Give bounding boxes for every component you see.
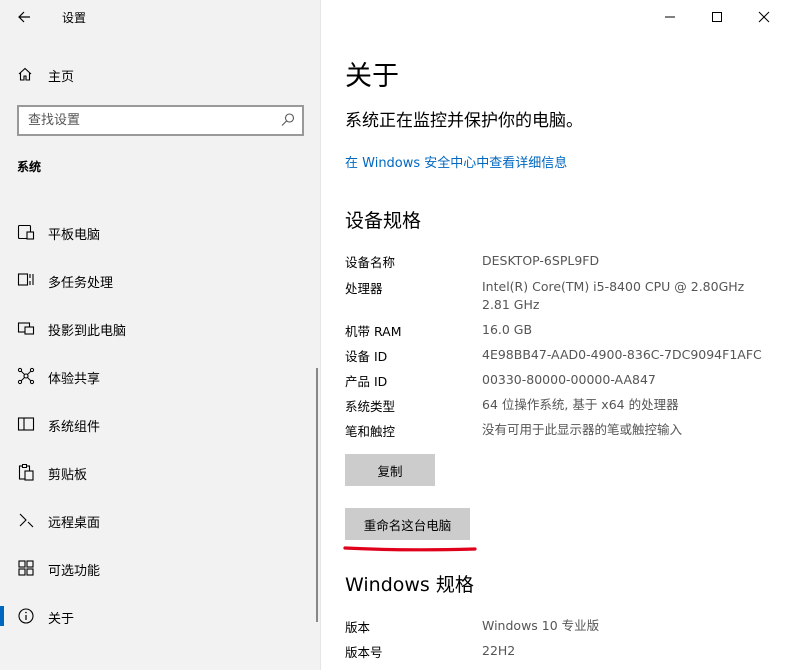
- sidebar-item-label: 可选功能: [48, 564, 101, 579]
- spec-label: 版本: [345, 620, 371, 635]
- sidebar-item-optional-features[interactable]: 可选功能: [0, 548, 321, 588]
- sidebar-item-label: 主页: [48, 70, 75, 85]
- shared-experiences-icon: [17, 367, 35, 385]
- sidebar-item-label: 系统组件: [48, 420, 101, 435]
- minimize-icon: [665, 16, 675, 18]
- info-icon: [18, 608, 34, 624]
- sidebar-item-label: 投影到此电脑: [48, 324, 127, 339]
- remote-desktop-icon: [19, 513, 34, 528]
- spec-value-line2: 2.81 GHz: [482, 297, 540, 312]
- page-title: 关于: [345, 61, 399, 92]
- spec-label: 机带 RAM: [345, 324, 402, 339]
- clipboard-icon: [18, 464, 34, 481]
- sidebar-item-home[interactable]: 主页: [0, 58, 321, 90]
- back-arrow-icon: [18, 11, 30, 23]
- title-bar: 设置: [0, 0, 321, 34]
- sidebar-item-system-components[interactable]: 系统组件: [0, 404, 321, 444]
- home-icon: [18, 67, 32, 81]
- optional-features-icon: [18, 560, 34, 576]
- system-components-icon: [17, 417, 35, 431]
- sidebar-item-shared-experiences[interactable]: 体验共享: [0, 356, 321, 396]
- multitasking-icon: [17, 273, 34, 286]
- sidebar-item-label: 多任务处理: [48, 276, 114, 291]
- sidebar-item-tablet[interactable]: 平板电脑: [0, 212, 321, 252]
- spec-value: 00330-80000-00000-AA847: [482, 372, 656, 387]
- active-indicator: [0, 606, 4, 626]
- windows-specs-heading: Windows 规格: [345, 574, 474, 596]
- spec-label: 系统类型: [345, 399, 396, 414]
- red-underline-annotation: [343, 546, 477, 552]
- sidebar-item-multitasking[interactable]: 多任务处理: [0, 260, 321, 300]
- sidebar-scrollbar[interactable]: [316, 368, 318, 622]
- sidebar-item-label: 关于: [48, 612, 75, 627]
- spec-label: 笔和触控: [345, 424, 396, 439]
- sidebar-item-about[interactable]: 关于: [0, 596, 321, 636]
- spec-value: 没有可用于此显示器的笔或触控输入: [482, 422, 683, 437]
- spec-value: 22H2: [482, 643, 516, 658]
- sidebar-item-label: 体验共享: [48, 372, 101, 387]
- maximize-icon: [712, 12, 722, 22]
- search-input[interactable]: [19, 107, 269, 134]
- sidebar-item-clipboard[interactable]: 剪贴板: [0, 452, 321, 492]
- search-box[interactable]: [17, 105, 304, 136]
- spec-label: 处理器: [345, 281, 383, 296]
- sidebar-item-label: 平板电脑: [48, 228, 101, 243]
- spec-label: 版本号: [345, 645, 383, 660]
- copy-button[interactable]: 复制: [345, 454, 435, 486]
- sidebar-item-projecting[interactable]: 投影到此电脑: [0, 308, 321, 348]
- sidebar: 设置 主页 系统 平板电脑 多任务处理 投影到此电脑 体验共享 系统组件 剪贴板…: [0, 0, 321, 670]
- back-button[interactable]: [8, 3, 40, 31]
- security-center-link[interactable]: 在 Windows 安全中心中查看详细信息: [345, 152, 567, 171]
- tablet-icon: [17, 224, 35, 240]
- sidebar-item-label: 剪贴板: [48, 468, 88, 483]
- section-title: 系统: [17, 160, 42, 174]
- projecting-icon: [17, 322, 35, 335]
- maximize-button[interactable]: [694, 0, 740, 34]
- spec-value: 64 位操作系统, 基于 x64 的处理器: [482, 397, 679, 412]
- rename-pc-button[interactable]: 重命名这台电脑: [345, 508, 470, 540]
- spec-value: Intel(R) Core(TM) i5-8400 CPU @ 2.80GHz: [482, 279, 745, 294]
- minimize-button[interactable]: [647, 0, 693, 34]
- app-title: 设置: [62, 11, 87, 25]
- spec-value: 4E98BB47-AAD0-4900-836C-7DC9094F1AFC: [482, 347, 762, 362]
- protection-status-text: 系统正在监控并保护你的电脑。: [345, 111, 583, 131]
- search-icon[interactable]: [280, 112, 296, 128]
- spec-label: 产品 ID: [345, 374, 388, 389]
- close-icon: [758, 11, 770, 23]
- sidebar-item-remote-desktop[interactable]: 远程桌面: [0, 500, 321, 540]
- spec-value: DESKTOP-6SPL9FD: [482, 253, 600, 268]
- spec-label: 设备 ID: [345, 349, 388, 364]
- sidebar-item-label: 远程桌面: [48, 516, 101, 531]
- spec-value: 16.0 GB: [482, 322, 533, 337]
- device-specs-heading: 设备规格: [345, 210, 422, 232]
- spec-value: Windows 10 专业版: [482, 618, 600, 633]
- spec-label: 设备名称: [345, 255, 396, 270]
- close-button[interactable]: [741, 0, 787, 34]
